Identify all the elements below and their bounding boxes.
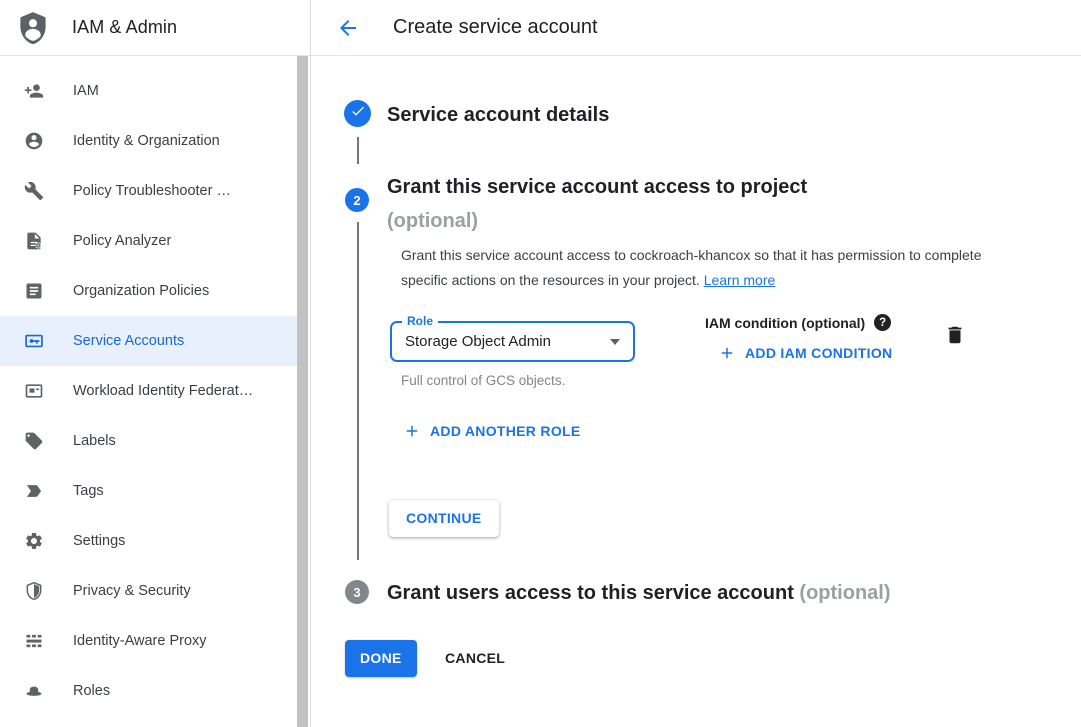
sidebar: IAM & Admin IAM Identity & Organization … [0, 0, 311, 727]
iam-condition-section: IAM condition (optional) ? [705, 314, 891, 331]
policy-analyzer-icon [24, 231, 44, 251]
person-add-icon [24, 81, 44, 101]
sidebar-item-policy-troubleshooter[interactable]: Policy Troubleshooter … [0, 166, 297, 216]
sidebar-item-label: Identity-Aware Proxy [73, 633, 207, 649]
sidebar-item-service-accounts[interactable]: Service Accounts [0, 316, 297, 366]
wrench-icon [24, 181, 44, 201]
sidebar-item-label: Privacy & Security [73, 583, 191, 599]
step2-optional-label: (optional) [387, 204, 807, 238]
add-iam-condition-button[interactable]: ADD IAM CONDITION [718, 344, 892, 362]
iam-condition-label: IAM condition (optional) [705, 315, 865, 331]
shield-person-icon [15, 10, 51, 46]
sidebar-item-workload-identity-federation[interactable]: Workload Identity Federat… [0, 366, 297, 416]
help-icon[interactable]: ? [874, 314, 891, 331]
sidebar-item-label: Service Accounts [73, 333, 184, 349]
stepper-connector [357, 222, 359, 560]
proxy-bands-icon [24, 631, 44, 651]
learn-more-link[interactable]: Learn more [704, 272, 776, 288]
role-helper-text: Full control of GCS objects. [401, 373, 565, 388]
service-account-key-icon [24, 331, 44, 351]
sidebar-item-label: Policy Troubleshooter … [73, 183, 231, 199]
sidebar-item-label: Policy Analyzer [73, 233, 171, 249]
document-lines-icon [24, 281, 44, 301]
step2-title: Grant this service account access to pro… [387, 170, 807, 238]
sidebar-item-iam[interactable]: IAM [0, 66, 297, 116]
top-app-bar: Create service account [311, 0, 1081, 56]
sidebar-item-label: Identity & Organization [73, 133, 220, 149]
create-service-account-form: Service account details 2 Grant this ser… [311, 56, 1081, 727]
done-button[interactable]: DONE [345, 640, 417, 677]
step3-number-indicator: 3 [345, 580, 369, 604]
plus-icon [718, 344, 736, 362]
step3-optional-label: (optional) [799, 582, 890, 604]
step2-title-text: Grant this service account access to pro… [387, 170, 807, 204]
sidebar-item-settings[interactable]: Settings [0, 516, 297, 566]
sidebar-item-label: IAM [73, 83, 99, 99]
sidebar-header: IAM & Admin [0, 0, 310, 56]
check-icon [350, 103, 366, 124]
tag-arrow-icon [24, 481, 44, 501]
step2-number: 2 [353, 193, 360, 208]
sidebar-nav: IAM Identity & Organization Policy Troub… [0, 56, 310, 716]
sidebar-item-roles[interactable]: Roles [0, 666, 297, 716]
sidebar-item-labels[interactable]: Labels [0, 416, 297, 466]
step2-number-indicator: 2 [345, 188, 369, 212]
cancel-button[interactable]: CANCEL [437, 640, 513, 677]
sidebar-item-policy-analyzer[interactable]: Policy Analyzer [0, 216, 297, 266]
chevron-down-icon [610, 339, 620, 345]
stepper-connector [357, 137, 359, 164]
sidebar-item-label: Tags [73, 483, 104, 499]
continue-button[interactable]: CONTINUE [389, 500, 499, 537]
sidebar-item-label: Roles [73, 683, 110, 699]
sidebar-item-identity-organization[interactable]: Identity & Organization [0, 116, 297, 166]
add-iam-condition-label: ADD IAM CONDITION [745, 345, 892, 361]
hat-icon [24, 681, 44, 701]
step3-title-text: Grant users access to this service accou… [387, 582, 794, 604]
role-select[interactable]: Role Storage Object Admin [390, 321, 635, 362]
sidebar-item-label: Settings [73, 533, 125, 549]
identity-person-icon [24, 131, 44, 151]
step1-title: Service account details [387, 102, 609, 128]
step3-title: Grant users access to this service accou… [387, 581, 891, 605]
step1-completed-indicator [344, 100, 371, 127]
gear-icon [24, 531, 44, 551]
id-card-icon [24, 381, 44, 401]
sidebar-item-label: Labels [73, 433, 116, 449]
trash-icon[interactable] [944, 324, 968, 348]
sidebar-item-label: Organization Policies [73, 283, 209, 299]
add-another-role-button[interactable]: ADD ANOTHER ROLE [403, 422, 581, 440]
sidebar-scrollbar[interactable] [297, 56, 308, 727]
sidebar-item-privacy-security[interactable]: Privacy & Security [0, 566, 297, 616]
sidebar-item-tags[interactable]: Tags [0, 466, 297, 516]
sidebar-item-organization-policies[interactable]: Organization Policies [0, 266, 297, 316]
step2-description: Grant this service account access to coc… [401, 243, 993, 293]
step3-number: 3 [353, 585, 360, 600]
page-title: Create service account [393, 16, 598, 39]
plus-icon [403, 422, 421, 440]
arrow-back-icon[interactable] [336, 16, 360, 40]
sidebar-item-identity-aware-proxy[interactable]: Identity-Aware Proxy [0, 616, 297, 666]
add-another-role-label: ADD ANOTHER ROLE [430, 423, 581, 439]
shield-half-icon [24, 581, 44, 601]
label-tag-icon [24, 431, 44, 451]
product-title: IAM & Admin [72, 17, 177, 38]
sidebar-item-label: Workload Identity Federat… [73, 383, 253, 399]
role-selected-value: Storage Object Admin [405, 323, 551, 360]
